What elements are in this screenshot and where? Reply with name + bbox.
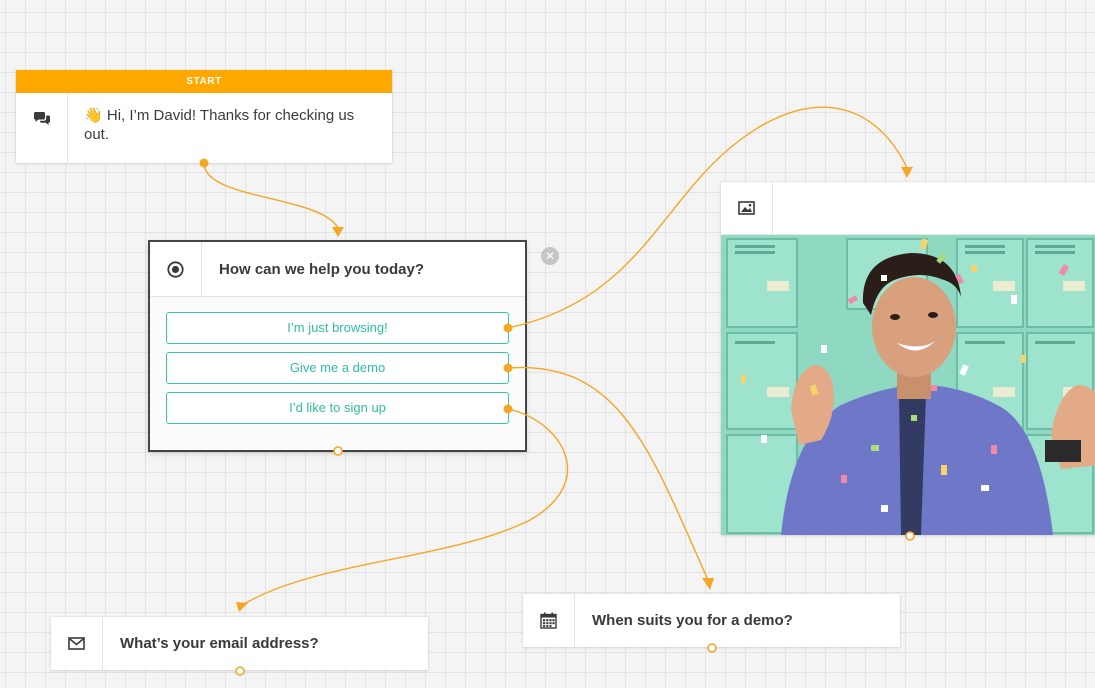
image-icon (721, 182, 773, 234)
email-question-title[interactable]: What’s your email address? (120, 634, 319, 653)
answer-list: I’m just browsing! Give me a demo I’d li… (166, 312, 509, 432)
arrow-head-email (236, 602, 248, 612)
envelope-icon (51, 617, 103, 670)
close-circle-icon[interactable]: ✕ (541, 247, 559, 265)
start-message: Hi, I’m David! Thanks for checking us ou… (84, 107, 355, 143)
start-message-text[interactable]: 👋 Hi, I’m David! Thanks for checking us … (68, 93, 392, 163)
connector-start-to-question (203, 162, 339, 229)
confetti-celebration-image (721, 235, 1095, 535)
connector-demo-to-demo-node (507, 366, 709, 581)
waving-hand-emoji: 👋 (84, 107, 103, 124)
question-node[interactable]: How can we help you today? I’m just brow… (148, 240, 527, 452)
start-message-node[interactable]: START 👋 Hi, I’m David! Thanks for checki… (16, 70, 392, 163)
start-badge: START (16, 70, 392, 93)
arrow-head-image (901, 167, 913, 178)
question-title[interactable]: How can we help you today? (219, 260, 424, 279)
radio-target-icon (150, 242, 202, 296)
arrow-head-demo (702, 578, 714, 590)
demo-schedule-node[interactable]: When suits you for a demo? (523, 594, 900, 647)
answer-button-browsing[interactable]: I’m just browsing! (166, 312, 509, 344)
calendar-icon (523, 594, 575, 647)
answer-button-demo[interactable]: Give me a demo (166, 352, 509, 384)
answer-button-signup[interactable]: I’d like to sign up (166, 392, 509, 424)
image-node[interactable] (721, 182, 1095, 535)
arrow-head-question (332, 227, 344, 237)
demo-question-title[interactable]: When suits you for a demo? (592, 611, 793, 630)
email-capture-node[interactable]: What’s your email address? (51, 617, 428, 670)
flow-canvas[interactable]: START 👋 Hi, I’m David! Thanks for checki… (0, 0, 1095, 688)
chat-bubbles-icon (16, 93, 68, 163)
